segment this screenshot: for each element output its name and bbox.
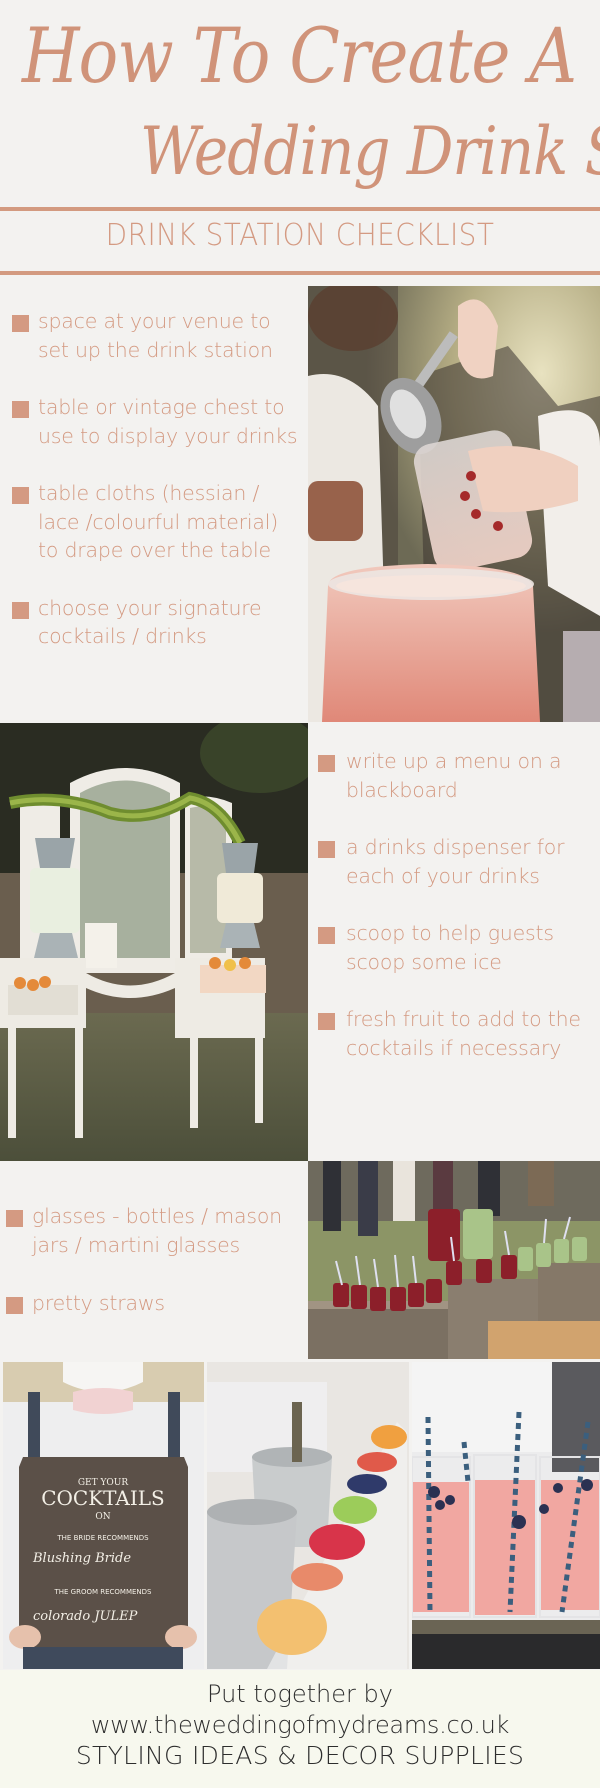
chalkboard-menu-image: GET YOUR COCKTAILS ON THE BRIDE RECOMMEN…: [3, 1362, 204, 1669]
checklist-item-text: choose your signature cocktails / drinks: [38, 595, 262, 649]
page-title: How To Create A Wedding Drink Station: [0, 0, 600, 205]
square-bullet-icon: [12, 315, 29, 332]
checklist-section-1: space at your venue to set up the drink …: [12, 307, 302, 680]
checklist-item: glasses - bottles / mason jars / martini…: [6, 1202, 302, 1259]
checklist-item: space at your venue to set up the drink …: [12, 307, 302, 364]
photo-mason-jars-crates: [308, 1161, 600, 1359]
checklist-item-text: a drinks dispenser for each of your drin…: [346, 835, 565, 888]
checklist-item: fresh fruit to add to the cocktails if n…: [318, 1005, 600, 1062]
checklist-item: table or vintage chest to use to display…: [12, 393, 302, 450]
chalkboard-heading-bottom: ON: [95, 1512, 110, 1522]
square-bullet-icon: [318, 1013, 335, 1030]
photo-fruit-garnish-tray: [207, 1362, 409, 1669]
divider-top: [0, 207, 600, 211]
title-line-2: Wedding Drink Station: [140, 112, 600, 191]
checklist-heading: DRINK STATION CHECKLIST: [105, 218, 495, 253]
photo-vintage-vanity: [0, 723, 308, 1161]
checklist-item-text: glasses - bottles / mason jars / martini…: [32, 1204, 282, 1257]
vintage-vanity-image: [0, 723, 308, 1161]
footer-tagline: STYLING IDEAS & DECOR SUPPLIES: [75, 1741, 525, 1770]
checklist-item-text: write up a menu on a blackboard: [346, 749, 562, 802]
square-bullet-icon: [318, 755, 335, 772]
chalkboard-groom-label: THE GROOM RECOMMENDS: [53, 1588, 152, 1596]
square-bullet-icon: [6, 1210, 23, 1227]
footer-credit-line: Put together by: [207, 1680, 393, 1708]
checklist-section-3: glasses - bottles / mason jars / martini…: [6, 1202, 302, 1348]
checklist-item-text: table cloths (hessian / lace /colourful …: [38, 481, 279, 562]
checklist-item-text: scoop to help guests scoop some ice: [346, 921, 554, 974]
divider-bottom: [0, 271, 600, 275]
checklist-item: a drinks dispenser for each of your drin…: [318, 833, 600, 890]
mason-jars-crates-image: [308, 1161, 600, 1359]
square-bullet-icon: [6, 1297, 23, 1314]
checklist-item-text: fresh fruit to add to the cocktails if n…: [346, 1007, 581, 1060]
photo-lemonade-scoop: [308, 286, 600, 722]
footer-website-link[interactable]: www.theweddingofmydreams.co.uk: [0, 1709, 600, 1741]
chalkboard-bride-drink: Blushing Bride: [32, 1551, 131, 1566]
square-bullet-icon: [12, 487, 29, 504]
checklist-item: choose your signature cocktails / drinks: [12, 594, 302, 651]
square-bullet-icon: [12, 401, 29, 418]
photo-pink-lemonade-glasses: [412, 1362, 600, 1669]
fruit-garnish-tray-image: [207, 1362, 409, 1669]
square-bullet-icon: [12, 601, 29, 619]
pink-lemonade-glasses-image: [412, 1362, 600, 1669]
checklist-item-text: space at your venue to set up the drink …: [38, 309, 273, 362]
checklist-item: write up a menu on a blackboard: [318, 747, 600, 804]
checklist-item: scoop to help guests scoop some ice: [318, 919, 600, 976]
checklist-item-text: table or vintage chest to use to display…: [38, 395, 298, 448]
checklist-item-text: pretty straws: [32, 1291, 165, 1315]
title-line-1: How To Create A: [22, 12, 577, 101]
chalkboard-bride-label: THE BRIDE RECOMMENDS: [56, 1534, 149, 1542]
chalkboard-heading-main: COCKTAILS: [41, 1486, 165, 1510]
checklist-item: table cloths (hessian / lace /colourful …: [12, 479, 302, 565]
lemonade-scoop-image: [308, 286, 600, 722]
square-bullet-icon: [318, 841, 335, 858]
square-bullet-icon: [318, 927, 335, 944]
footer: Put together by www.theweddingofmydreams…: [0, 1670, 600, 1788]
chalkboard-groom-drink: colorado JULEP: [33, 1609, 138, 1624]
checklist-section-2: write up a menu on a blackboard a drinks…: [318, 747, 600, 1091]
photo-chalkboard-menu: GET YOUR COCKTAILS ON THE BRIDE RECOMMEN…: [3, 1362, 204, 1669]
checklist-item: pretty straws: [6, 1289, 302, 1318]
